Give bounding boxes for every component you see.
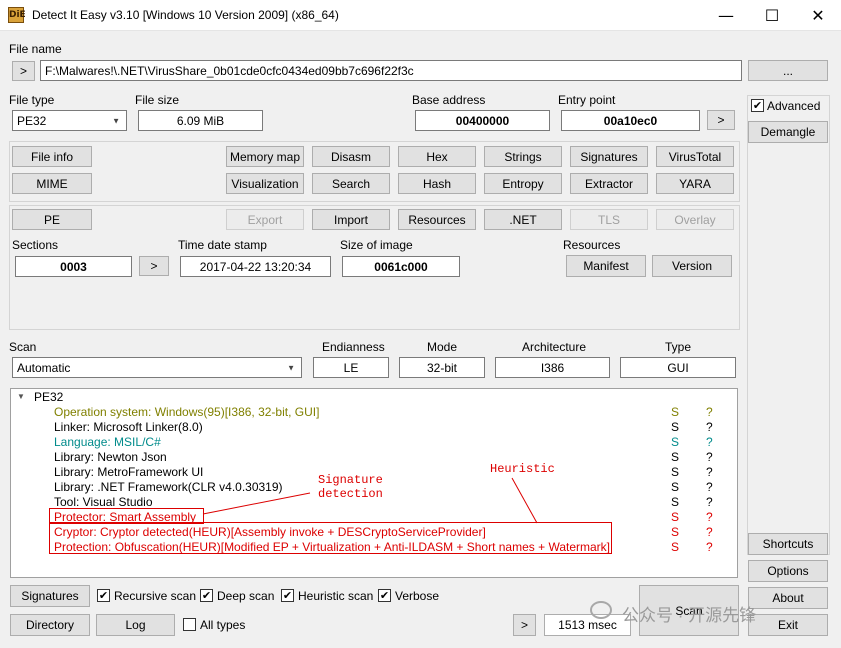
log-button[interactable]: Log	[96, 614, 175, 636]
heuristic-annotation: Heuristic	[490, 462, 555, 476]
recursive-scan-checkbox[interactable]: ✔	[97, 589, 110, 602]
heuristic-scan-label: Heuristic scan	[298, 589, 374, 603]
scan-time-value: 1513 msec	[544, 614, 631, 636]
log-arrow-button[interactable]: >	[513, 614, 536, 636]
directory-button[interactable]: Directory	[10, 614, 90, 636]
verbose-label: Verbose	[395, 589, 440, 603]
annotation-arrows	[202, 477, 538, 524]
wechat-icon	[590, 601, 612, 619]
heuristic-arrow-line	[511, 477, 538, 524]
deep-scan-label: Deep scan	[217, 589, 275, 603]
watermark-text: 公众号 · 开源先锋	[622, 606, 757, 625]
signatures-button[interactable]: Signatures	[10, 585, 90, 607]
signature-detection-annotation: Signature detection	[318, 473, 383, 501]
heuristic-scan-checkbox[interactable]: ✔	[281, 589, 294, 602]
signature-arrow-line	[202, 492, 311, 515]
verbose-checkbox[interactable]: ✔	[378, 589, 391, 602]
all-types-label: All types	[200, 618, 246, 632]
recursive-scan-label: Recursive scan	[114, 589, 197, 603]
deep-scan-checkbox[interactable]: ✔	[200, 589, 213, 602]
all-types-checkbox[interactable]	[183, 618, 196, 631]
